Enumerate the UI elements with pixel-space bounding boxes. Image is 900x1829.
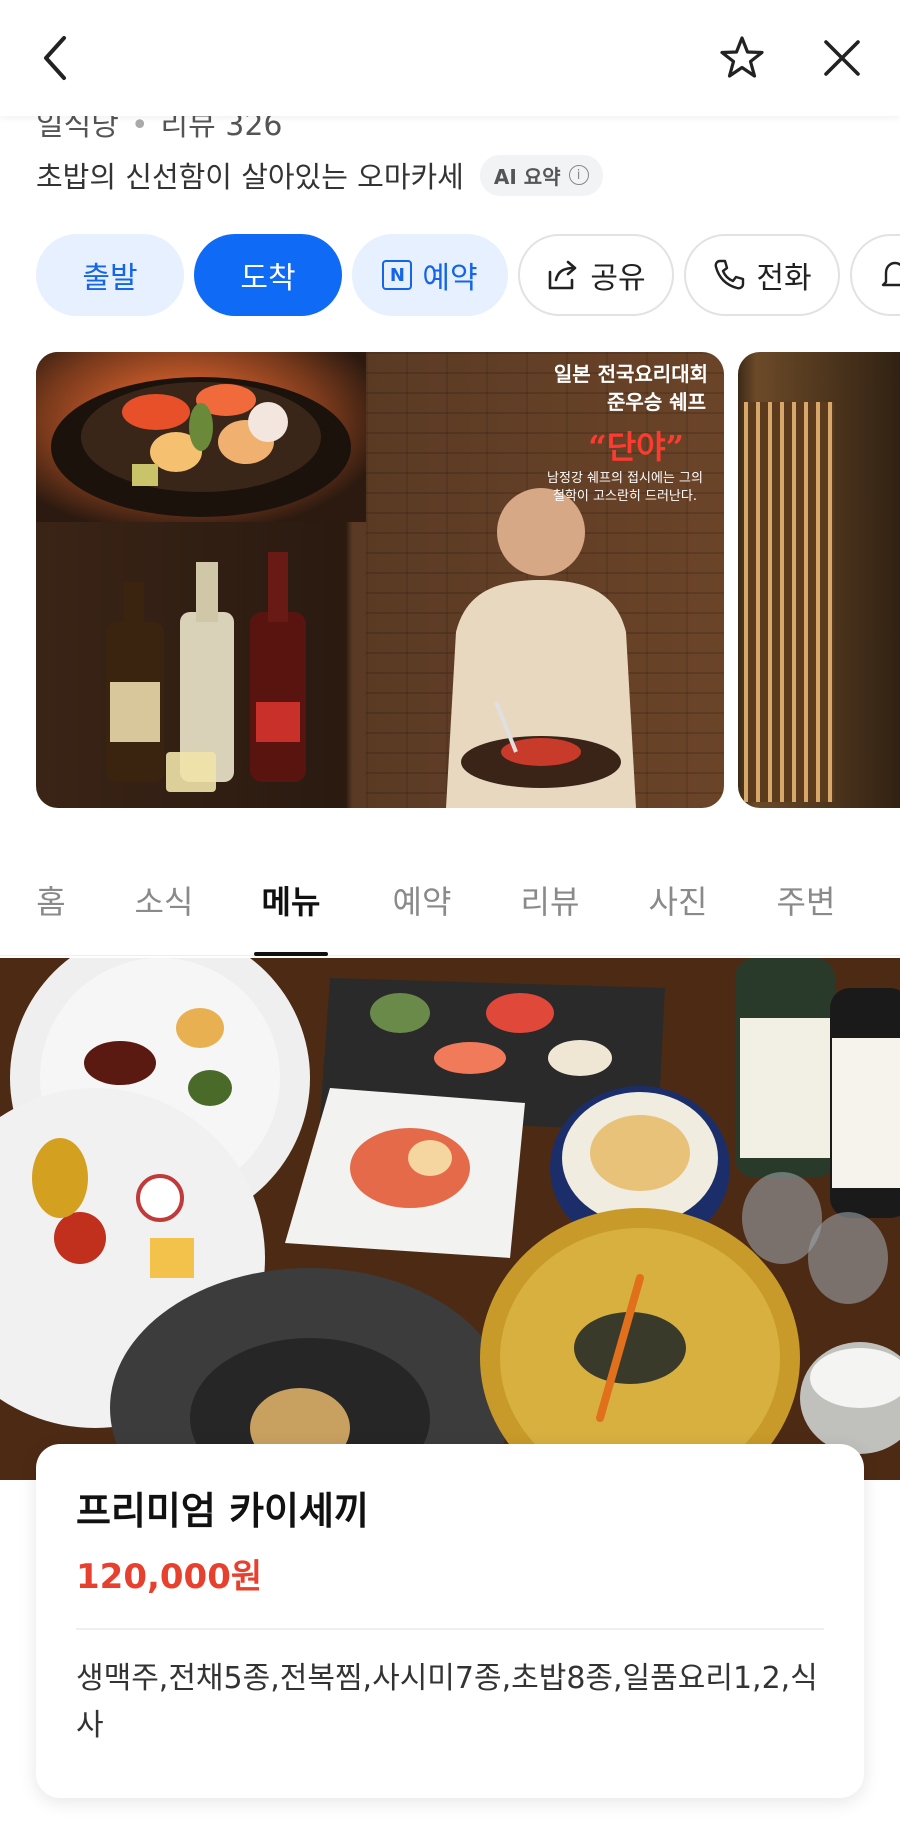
- top-header: [0, 0, 900, 116]
- menu-item-name: 프리미엄 카이세끼: [76, 1489, 369, 1533]
- place-tabs: 홈 소식 메뉴 예약 리뷰 사진 주변: [0, 872, 900, 956]
- kaiseki-dishes-image: [0, 958, 900, 1480]
- tagline-row: 초밥의 신선함이 살아있는 오마카세 AI 요약 i: [36, 152, 603, 198]
- phone-icon: [714, 259, 745, 290]
- naver-calendar-icon: N: [382, 260, 413, 290]
- call-button[interactable]: 전화: [684, 234, 840, 316]
- reserve-label: 예약: [422, 261, 478, 296]
- share-label: 공유: [590, 261, 646, 296]
- close-icon: [824, 40, 860, 76]
- photo-caption-line2: 준우승 쉐프: [607, 390, 706, 414]
- tagline-text: 초밥의 신선함이 살아있는 오마카세: [36, 160, 464, 194]
- ai-summary-label: AI 요약: [493, 164, 561, 189]
- back-button[interactable]: [24, 26, 88, 90]
- notification-button[interactable]: [850, 234, 900, 316]
- bell-icon: [881, 261, 900, 287]
- share-icon: [549, 260, 577, 290]
- divider: [76, 1628, 824, 1630]
- call-label: 전화: [756, 261, 812, 296]
- menu-item-description: 생맥주,전채5종,전복찜,사시미7종,초밥8종,일품요리1,2,식사: [76, 1661, 818, 1743]
- chevron-left-icon: [44, 36, 66, 80]
- close-button[interactable]: [810, 26, 874, 90]
- menu-item-card[interactable]: 프리미엄 카이세끼 120,000원 생맥주,전채5종,전복찜,사시미7종,초밥…: [36, 1444, 864, 1798]
- tab-news[interactable]: 소식: [124, 872, 204, 956]
- dish-image: [36, 352, 366, 522]
- menu-item-price: 120,000원: [76, 1557, 263, 1597]
- tab-nearby[interactable]: 주변: [766, 872, 846, 956]
- menu-photo[interactable]: [0, 958, 900, 1480]
- arrive-button[interactable]: 도착: [194, 234, 342, 316]
- photo-carousel[interactable]: 일본 전국요리대회 준우승 쉐프 “단야” 남정강 쉐프의 접시에는 그의 철학…: [36, 352, 900, 808]
- bottles-image: [106, 552, 306, 792]
- depart-button[interactable]: 출발: [36, 234, 184, 316]
- info-icon: i: [568, 165, 589, 185]
- tab-menu[interactable]: 메뉴: [254, 872, 328, 956]
- photo-caption-name: “단야”: [588, 428, 684, 466]
- action-buttons: 출발 도착 N 예약 공유 전화: [36, 234, 900, 316]
- ai-summary-chip[interactable]: AI 요약 i: [479, 154, 603, 196]
- arrive-label: 도착: [240, 261, 296, 296]
- star-icon: [720, 36, 764, 78]
- depart-label: 출발: [82, 261, 138, 296]
- favorite-button[interactable]: [710, 26, 774, 90]
- tab-photos[interactable]: 사진: [638, 872, 718, 956]
- tab-reservation[interactable]: 예약: [382, 872, 462, 956]
- reserve-button[interactable]: N 예약: [352, 234, 508, 316]
- share-button[interactable]: 공유: [518, 234, 674, 316]
- tab-home[interactable]: 홈: [20, 872, 82, 956]
- photo-caption-line1: 일본 전국요리대회: [553, 362, 708, 386]
- restaurant-photo-chef[interactable]: 일본 전국요리대회 준우승 쉐프 “단야” 남정강 쉐프의 접시에는 그의 철학…: [36, 352, 724, 808]
- restaurant-photo-interior[interactable]: [738, 352, 900, 808]
- tab-reviews[interactable]: 리뷰: [510, 872, 590, 956]
- photo-caption-text: 남정강 쉐프의 접시에는 그의 철학이 고스란히 드러난다.: [547, 471, 703, 504]
- chef-image: [446, 488, 636, 808]
